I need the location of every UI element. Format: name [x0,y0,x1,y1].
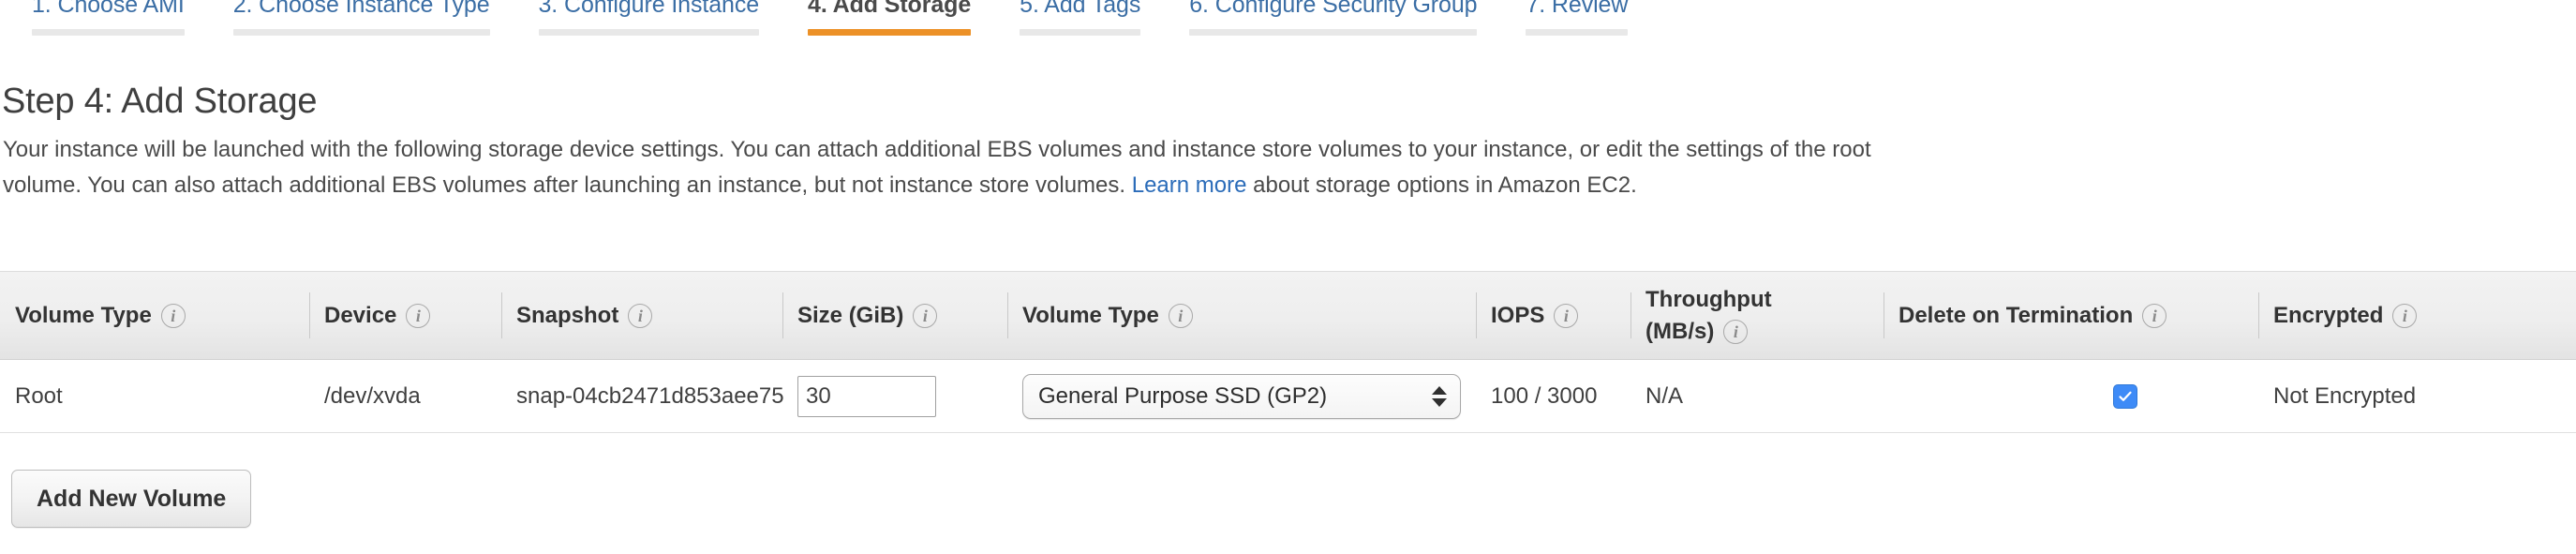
column-header-label-wrapper: Throughput (MB/s) i [1645,284,1824,348]
cell-encrypted: Not Encrypted [2273,382,2417,409]
wizard-tab-configure-security-group[interactable]: 6. Configure Security Group [1165,0,1501,36]
wizard-tab-underline [232,29,490,36]
volume-type-selected-value: General Purpose SSD (GP2) [1038,382,1328,409]
column-header-volume-type-2: Volume Type i [1007,272,1476,359]
wizard-tab-underline [538,29,760,36]
cell-device: /dev/xvda [324,382,421,409]
wizard-tab-underline [1020,29,1141,36]
cell-snapshot: snap-04cb2471d853aee75 [516,382,784,409]
add-new-volume-button[interactable]: Add New Volume [11,470,252,528]
column-header-snapshot: Snapshot i [501,272,782,359]
cell-iops: 100 / 3000 [1491,382,1598,409]
column-header-label: Delete on Termination [1898,302,2134,328]
wizard-tab-label: 3. Configure Instance [538,0,760,18]
wizard-tab-label: 6. Configure Security Group [1189,0,1478,18]
wizard-tab-add-storage[interactable]: 4. Add Storage [783,0,995,36]
column-header-iops: IOPS i [1476,272,1630,359]
wizard-tab-label: 4. Add Storage [808,0,972,18]
column-header-size: Size (GiB) i [782,272,1007,359]
column-header-label: Device [324,302,397,328]
info-icon[interactable]: i [1723,320,1749,345]
chevron-updown-icon [1432,385,1447,407]
info-icon[interactable]: i [160,303,186,328]
wizard-tab-label: 1. Choose AMI [32,0,185,18]
storage-table-header-row: Volume Type i Device i Snapshot i Size (… [0,271,2576,360]
wizard-tab-review[interactable]: 7. Review [1501,0,1652,36]
cell-throughput: N/A [1645,382,1684,409]
column-header-label: Snapshot [516,302,619,328]
wizard-tab-underline [1526,29,1629,36]
wizard-tab-underline [1189,29,1478,36]
column-header-label: IOPS [1491,302,1545,328]
info-icon[interactable]: i [1554,303,1579,328]
size-input[interactable] [797,375,936,417]
column-header-throughput: Throughput (MB/s) i [1630,272,1884,359]
table-row: Root /dev/xvda snap-04cb2471d853aee75 Ge… [0,360,2576,433]
column-header-volume-type: Volume Type i [0,272,309,359]
column-header-label: Size (GiB) [797,302,904,328]
wizard-tab-underline-active [808,29,972,36]
wizard-tab-label: 2. Choose Instance Type [232,0,490,18]
storage-table: Volume Type i Device i Snapshot i Size (… [0,271,2576,433]
wizard-tab-choose-instance-type[interactable]: 2. Choose Instance Type [209,0,514,36]
volume-type-select[interactable]: General Purpose SSD (GP2) [1022,373,1461,419]
page-title: Step 4: Add Storage [2,82,318,122]
info-icon[interactable]: i [1168,303,1193,328]
cell-volume-type-select: General Purpose SSD (GP2) [1007,373,1476,419]
column-header-label: Volume Type [15,302,152,328]
wizard-tab-configure-instance[interactable]: 3. Configure Instance [514,0,784,36]
learn-more-link[interactable]: Learn more [1132,172,1247,198]
page-description-text-after-link: about storage options in Amazon EC2. [1246,172,1637,198]
column-header-label: Volume Type [1022,302,1159,328]
info-icon[interactable]: i [628,303,653,328]
info-icon[interactable]: i [913,303,938,328]
column-header-encrypted: Encrypted i [2258,272,2576,359]
column-header-device: Device i [309,272,501,359]
wizard-tab-underline [32,29,185,36]
column-header-label: Encrypted [2273,302,2384,328]
wizard-tab-label: 5. Add Tags [1020,0,1141,18]
wizard-tab-bar: 1. Choose AMI 2. Choose Instance Type 3.… [0,0,1701,36]
cell-size [782,375,1007,417]
info-icon[interactable]: i [406,303,431,328]
wizard-tab-choose-ami[interactable]: 1. Choose AMI [7,0,209,36]
wizard-tab-label: 7. Review [1526,0,1629,18]
cell-volume-type: Root [15,382,63,409]
cell-delete-on-termination [1884,383,2258,409]
column-header-delete-on-termination: Delete on Termination i [1884,272,2258,359]
info-icon[interactable]: i [2392,303,2418,328]
info-icon[interactable]: i [2142,303,2167,328]
page-description: Your instance will be launched with the … [3,132,1943,203]
delete-on-termination-checkbox[interactable] [2113,383,2137,409]
wizard-tab-add-tags[interactable]: 5. Add Tags [995,0,1165,36]
column-header-label: Throughput (MB/s) [1645,286,1772,344]
